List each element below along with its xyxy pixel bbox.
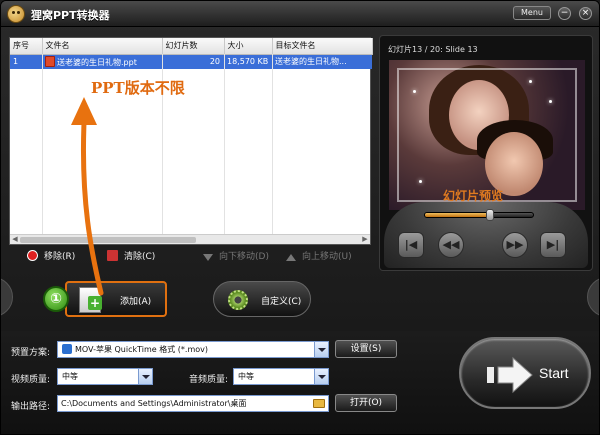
cell-filename: 送老婆的生日礼物.ppt bbox=[42, 54, 162, 69]
sparkle bbox=[419, 180, 422, 183]
clear-button[interactable]: 清除(C) bbox=[107, 249, 155, 262]
skip-forward-icon: ▶| bbox=[546, 238, 560, 251]
audio-quality-select[interactable]: 中等 bbox=[233, 368, 329, 385]
slide-progress-slider[interactable] bbox=[424, 209, 534, 221]
audio-quality-label: 音频质量: bbox=[189, 375, 229, 385]
move-up-label: 向上移动(U) bbox=[302, 252, 352, 262]
preset-value: MOV-苹果 QuickTime 格式 (*.mov) bbox=[75, 345, 208, 354]
right-side-knob bbox=[587, 277, 599, 317]
table-header-row: 序号 文件名 幻灯片数 大小 目标文件名 bbox=[10, 38, 373, 55]
arrow-down-icon bbox=[203, 254, 213, 261]
col-header-filename[interactable]: 文件名 bbox=[42, 38, 163, 55]
video-quality-value: 中等 bbox=[62, 372, 78, 381]
video-quality-label: 视频质量: bbox=[11, 375, 51, 385]
add-button[interactable]: 添加(A) bbox=[65, 281, 167, 317]
folder-icon[interactable] bbox=[313, 399, 325, 408]
output-path-label: 输出路径: bbox=[11, 402, 51, 412]
start-arrow-icon bbox=[487, 356, 533, 394]
scroll-left-icon[interactable]: ◀ bbox=[10, 235, 20, 244]
tools-gear-icon bbox=[228, 290, 248, 310]
col-header-slides[interactable]: 幻灯片数 bbox=[162, 38, 225, 55]
open-folder-button[interactable]: 打开(O) bbox=[335, 394, 397, 412]
menu-button[interactable]: Menu bbox=[513, 6, 551, 20]
column-divider bbox=[224, 54, 225, 234]
custom-button[interactable]: 自定义(C) bbox=[213, 281, 311, 317]
preset-label: 预置方案: bbox=[11, 348, 51, 358]
preset-select[interactable]: MOV-苹果 QuickTime 格式 (*.mov) bbox=[57, 341, 329, 358]
move-up-button[interactable]: 向上移动(U) bbox=[286, 249, 352, 262]
file-action-bar: 移除(R) 清除(C) 向下移动(D) 向上移动(U) bbox=[9, 248, 371, 266]
last-slide-button[interactable]: ▶| bbox=[540, 232, 566, 258]
col-header-index[interactable]: 序号 bbox=[10, 38, 43, 55]
col-header-size[interactable]: 大小 bbox=[224, 38, 273, 55]
photo-frame bbox=[397, 68, 577, 202]
col-header-target[interactable]: 目标文件名 bbox=[272, 38, 373, 55]
arrow-up-icon bbox=[286, 254, 296, 261]
file-table[interactable]: 序号 文件名 幻灯片数 大小 目标文件名 1 送老婆的生日礼物.ppt 20 1… bbox=[10, 38, 373, 69]
scroll-right-icon[interactable]: ▶ bbox=[360, 235, 370, 244]
left-side-knob bbox=[1, 277, 13, 317]
rewind-icon: ◀◀ bbox=[442, 238, 460, 251]
quicktime-icon bbox=[62, 344, 72, 354]
app-window: 狸窝PPT转换器 Menu − × 序号 文件名 幻灯片数 大小 目标文件名 1 bbox=[0, 0, 600, 435]
annotation-slide-preview: 幻灯片预览 bbox=[443, 189, 504, 203]
clear-label: 清除(C) bbox=[124, 252, 156, 262]
sparkle bbox=[549, 100, 552, 103]
remove-button[interactable]: 移除(R) bbox=[27, 249, 75, 262]
annotation-ppt-version: PPT版本不限 bbox=[91, 79, 185, 97]
cell-index: 1 bbox=[10, 54, 42, 69]
add-button-label: 添加(A) bbox=[120, 297, 152, 307]
title-bar[interactable]: 狸窝PPT转换器 Menu − × bbox=[1, 1, 599, 27]
chevron-down-icon[interactable] bbox=[314, 369, 328, 384]
menu-button-label: Menu bbox=[521, 8, 543, 17]
start-button[interactable]: Start bbox=[459, 337, 591, 409]
video-quality-select[interactable]: 中等 bbox=[57, 368, 153, 385]
preset-settings-button[interactable]: 设置(S) bbox=[335, 340, 397, 358]
cell-target: 送老婆的生日礼物... bbox=[272, 54, 372, 69]
skip-back-icon: |◀ bbox=[404, 238, 418, 251]
ppt-file-icon bbox=[45, 55, 55, 67]
next-slide-button[interactable]: ▶▶ bbox=[502, 232, 528, 258]
output-path-value: C:\Documents and Settings\Administrator\… bbox=[61, 399, 247, 408]
close-button[interactable]: × bbox=[579, 7, 592, 20]
sparkle bbox=[413, 90, 416, 93]
audio-quality-value: 中等 bbox=[238, 372, 254, 381]
sparkle bbox=[529, 80, 532, 83]
file-list-panel[interactable]: 序号 文件名 幻灯片数 大小 目标文件名 1 送老婆的生日礼物.ppt 20 1… bbox=[9, 37, 373, 245]
clear-icon bbox=[107, 250, 118, 261]
remove-label: 移除(R) bbox=[44, 252, 76, 262]
slider-fill bbox=[425, 213, 490, 217]
cell-filename-text: 送老婆的生日礼物.ppt bbox=[57, 57, 137, 67]
move-down-label: 向下移动(D) bbox=[219, 252, 269, 262]
column-divider bbox=[272, 54, 273, 234]
app-logo-icon bbox=[7, 5, 25, 23]
preview-panel: 幻灯片13 / 20: Slide 13 |◀ ◀◀ ▶▶ ▶| bbox=[379, 35, 593, 271]
chevron-down-icon[interactable] bbox=[314, 342, 328, 357]
column-divider bbox=[42, 54, 43, 234]
fast-forward-icon: ▶▶ bbox=[506, 238, 524, 251]
slide-indicator: 幻灯片13 / 20: Slide 13 bbox=[388, 45, 478, 54]
window-title: 狸窝PPT转换器 bbox=[31, 9, 110, 22]
table-row[interactable]: 1 送老婆的生日礼物.ppt 20 18,570 KB 送老婆的生日礼物... bbox=[10, 54, 372, 69]
cell-slides: 20 bbox=[162, 54, 224, 69]
custom-button-label: 自定义(C) bbox=[261, 297, 302, 307]
horizontal-scrollbar[interactable]: ◀ ▶ bbox=[10, 234, 370, 244]
scrollbar-thumb[interactable] bbox=[20, 237, 196, 243]
remove-icon bbox=[27, 250, 38, 261]
move-down-button[interactable]: 向下移动(D) bbox=[203, 249, 269, 262]
add-file-icon bbox=[79, 287, 102, 313]
first-slide-button[interactable]: |◀ bbox=[398, 232, 424, 258]
cell-size: 18,570 KB bbox=[224, 54, 272, 69]
output-path-field[interactable]: C:\Documents and Settings\Administrator\… bbox=[57, 395, 329, 412]
step-one-badge: ① bbox=[43, 286, 69, 312]
start-button-label: Start bbox=[539, 365, 569, 381]
slider-knob[interactable] bbox=[485, 209, 494, 221]
minimize-button[interactable]: − bbox=[558, 7, 571, 20]
previous-slide-button[interactable]: ◀◀ bbox=[438, 232, 464, 258]
chevron-down-icon[interactable] bbox=[138, 369, 152, 384]
